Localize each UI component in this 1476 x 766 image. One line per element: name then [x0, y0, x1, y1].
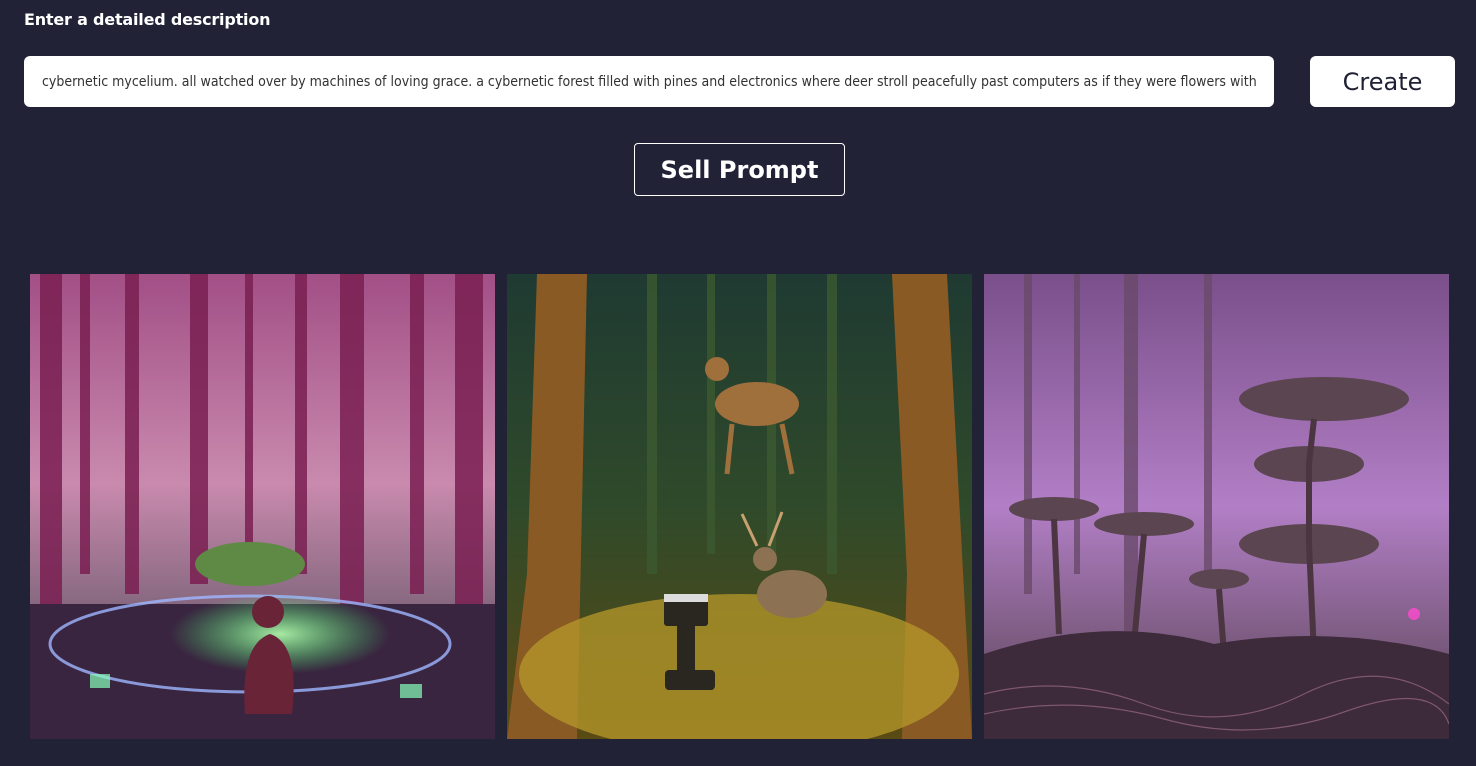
- generated-image-3[interactable]: [984, 274, 1449, 739]
- generated-image-2[interactable]: [507, 274, 972, 739]
- generated-image-1[interactable]: [30, 274, 495, 739]
- create-button[interactable]: Create: [1310, 56, 1455, 107]
- prompt-input[interactable]: [24, 56, 1274, 107]
- forest-image-1: [30, 274, 495, 739]
- forest-image-2: [507, 274, 972, 739]
- sell-prompt-button[interactable]: Sell Prompt: [634, 143, 845, 196]
- forest-image-3: [984, 274, 1449, 739]
- prompt-label: Enter a detailed description: [24, 10, 271, 29]
